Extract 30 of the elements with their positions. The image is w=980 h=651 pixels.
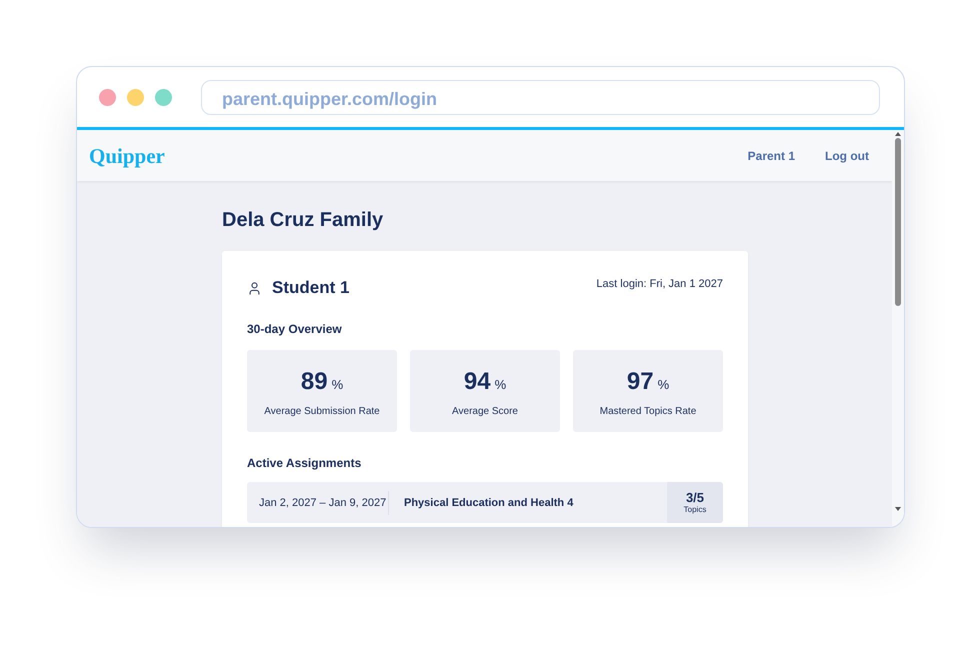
topics-count: 3/5 [686,490,704,505]
scrollbar-thumb[interactable] [895,138,901,306]
person-icon [247,280,262,296]
section-heading: 30-day Overview [247,321,342,337]
assignment-subject: Physical Education and Health 4 [404,496,574,510]
topics-label: Topics [684,505,706,515]
stat-unit: % [658,377,670,393]
assignment-dates: Jan 2, 2027 – Jan 9, 2027 [259,496,386,510]
stat-value: 89 [300,369,328,395]
stat-unit: % [494,377,506,393]
scroll-down-arrow-icon[interactable] [895,507,901,511]
nav-link[interactable]: Log out [825,148,869,164]
stat-label: Mastered Topics Rate [600,405,696,419]
scroll-up-arrow-icon[interactable] [895,132,901,136]
assignment-row[interactable]: Jan 2, 2027 – Jan 9, 2027 Physical Education and Health 4 3/5 Topics [247,482,723,523]
url-text: parent.quipper.com/login [222,88,438,111]
stat-label: Average Submission Rate [264,405,380,419]
stat-label: Average Score [452,405,518,419]
student-name: Student 1 [272,277,350,299]
page-title: Dela Cruz Family [222,208,384,233]
stat-value: 97 [626,369,654,395]
nav-link[interactable]: Parent 1 [748,148,796,164]
last-login-text: Last login: Fri, Jan 1 2027 [596,277,723,292]
section-heading: Active Assignments [247,455,362,471]
window-minimize-button[interactable] [127,88,144,106]
window-maximize-button[interactable] [155,88,172,106]
scrollbar[interactable] [892,130,904,527]
stat-value: 94 [464,369,491,395]
stat-unit: % [332,377,344,393]
window-close-button[interactable] [99,88,116,106]
